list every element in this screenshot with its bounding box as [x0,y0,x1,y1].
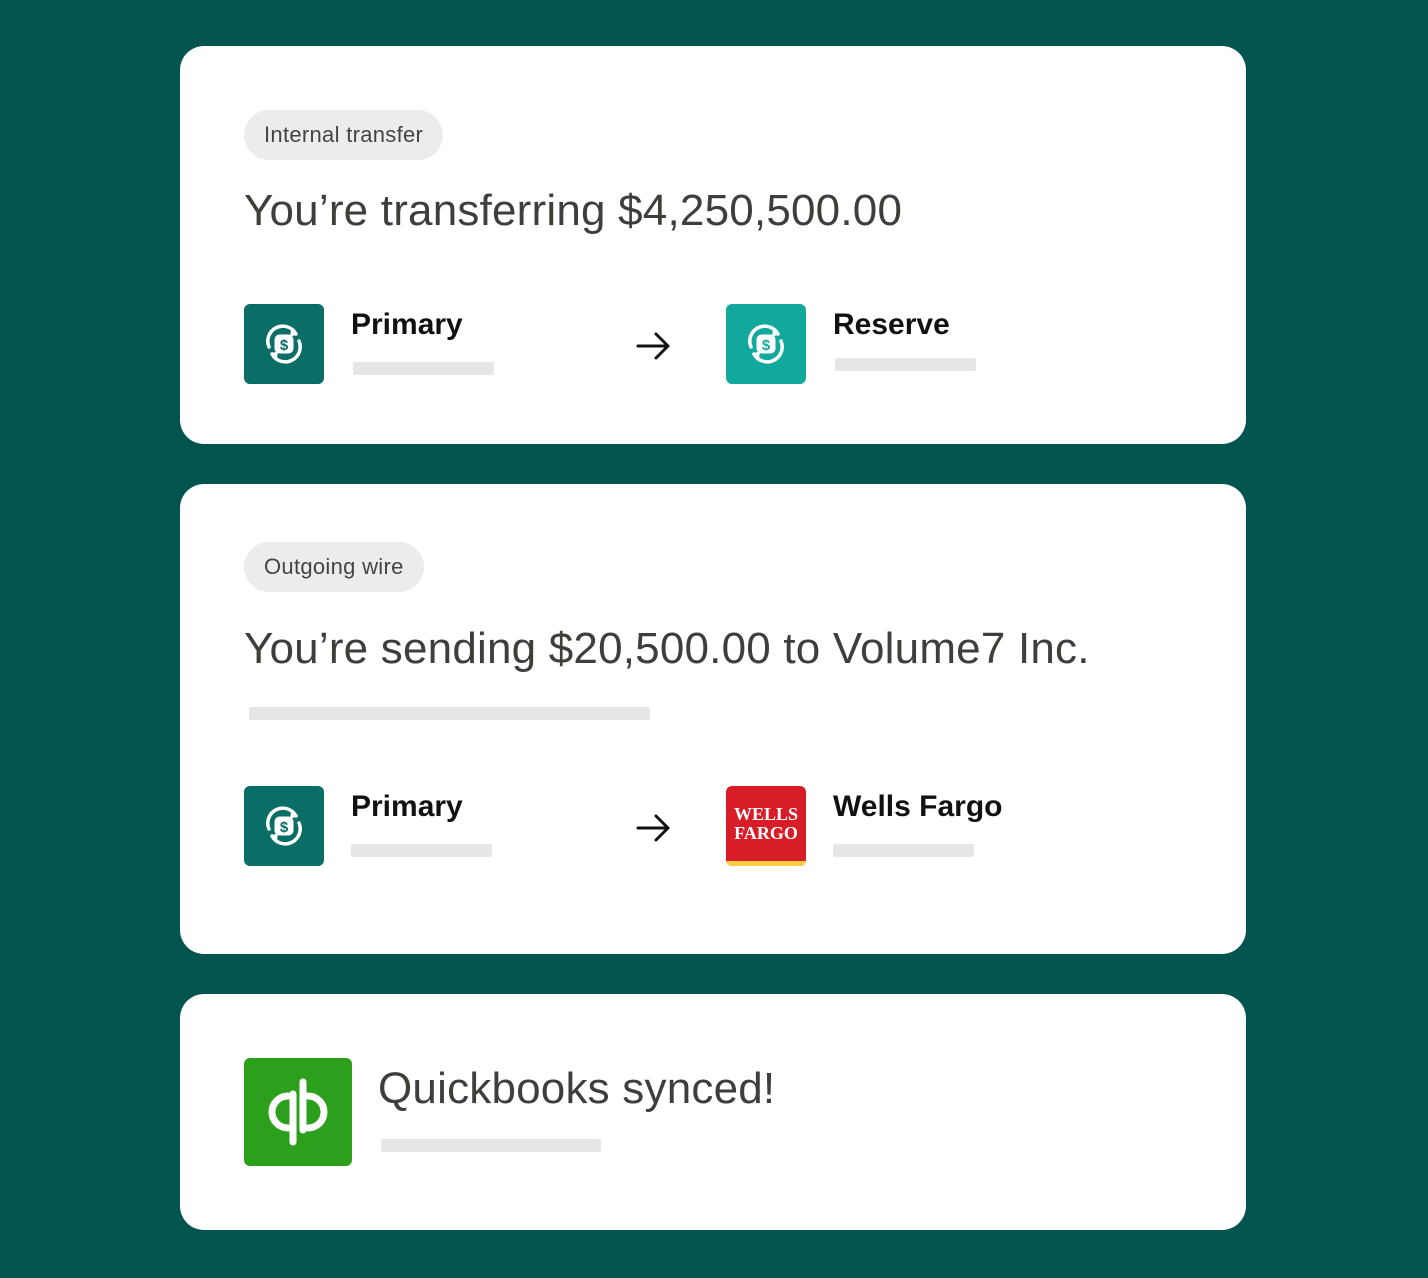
wells-fargo-logo-stripe [726,861,806,866]
transfer-type-badge: Outgoing wire [244,542,424,592]
to-account-detail-placeholder [833,844,974,857]
sync-detail-placeholder [381,1139,601,1152]
to-account-detail-placeholder [835,358,976,371]
svg-text:$: $ [280,337,289,354]
to-account-name: Reserve [833,308,950,341]
wire-headline: You’re sending $20,500.00 to Volume7 Inc… [244,624,1090,673]
dollar-sync-icon: $ [244,304,324,384]
arrow-right-icon [636,332,670,360]
from-account-name: Primary [351,308,463,341]
from-account-detail-placeholder [351,844,492,857]
dollar-sync-icon: $ [726,304,806,384]
dollar-sync-icon: $ [244,786,324,866]
wire-detail-placeholder [249,707,650,720]
to-account-name: Wells Fargo [833,790,1003,823]
quickbooks-logo [244,1058,352,1166]
svg-text:$: $ [762,337,771,354]
internal-transfer-card: Internal transfer You’re transferring $4… [180,46,1246,444]
outgoing-wire-card: Outgoing wire You’re sending $20,500.00 … [180,484,1246,954]
quickbooks-sync-card: Quickbooks synced! [180,994,1246,1230]
transfer-headline: You’re transferring $4,250,500.00 [244,186,903,235]
wells-fargo-logo: WELLS FARGO [726,786,806,866]
wells-fargo-logo-text: WELLS FARGO [733,804,799,843]
from-account-detail-placeholder [353,362,494,375]
svg-text:$: $ [280,819,289,836]
transfer-type-badge: Internal transfer [244,110,444,160]
arrow-right-icon [636,814,670,842]
from-account-name: Primary [351,790,463,823]
sync-status-message: Quickbooks synced! [378,1064,776,1113]
